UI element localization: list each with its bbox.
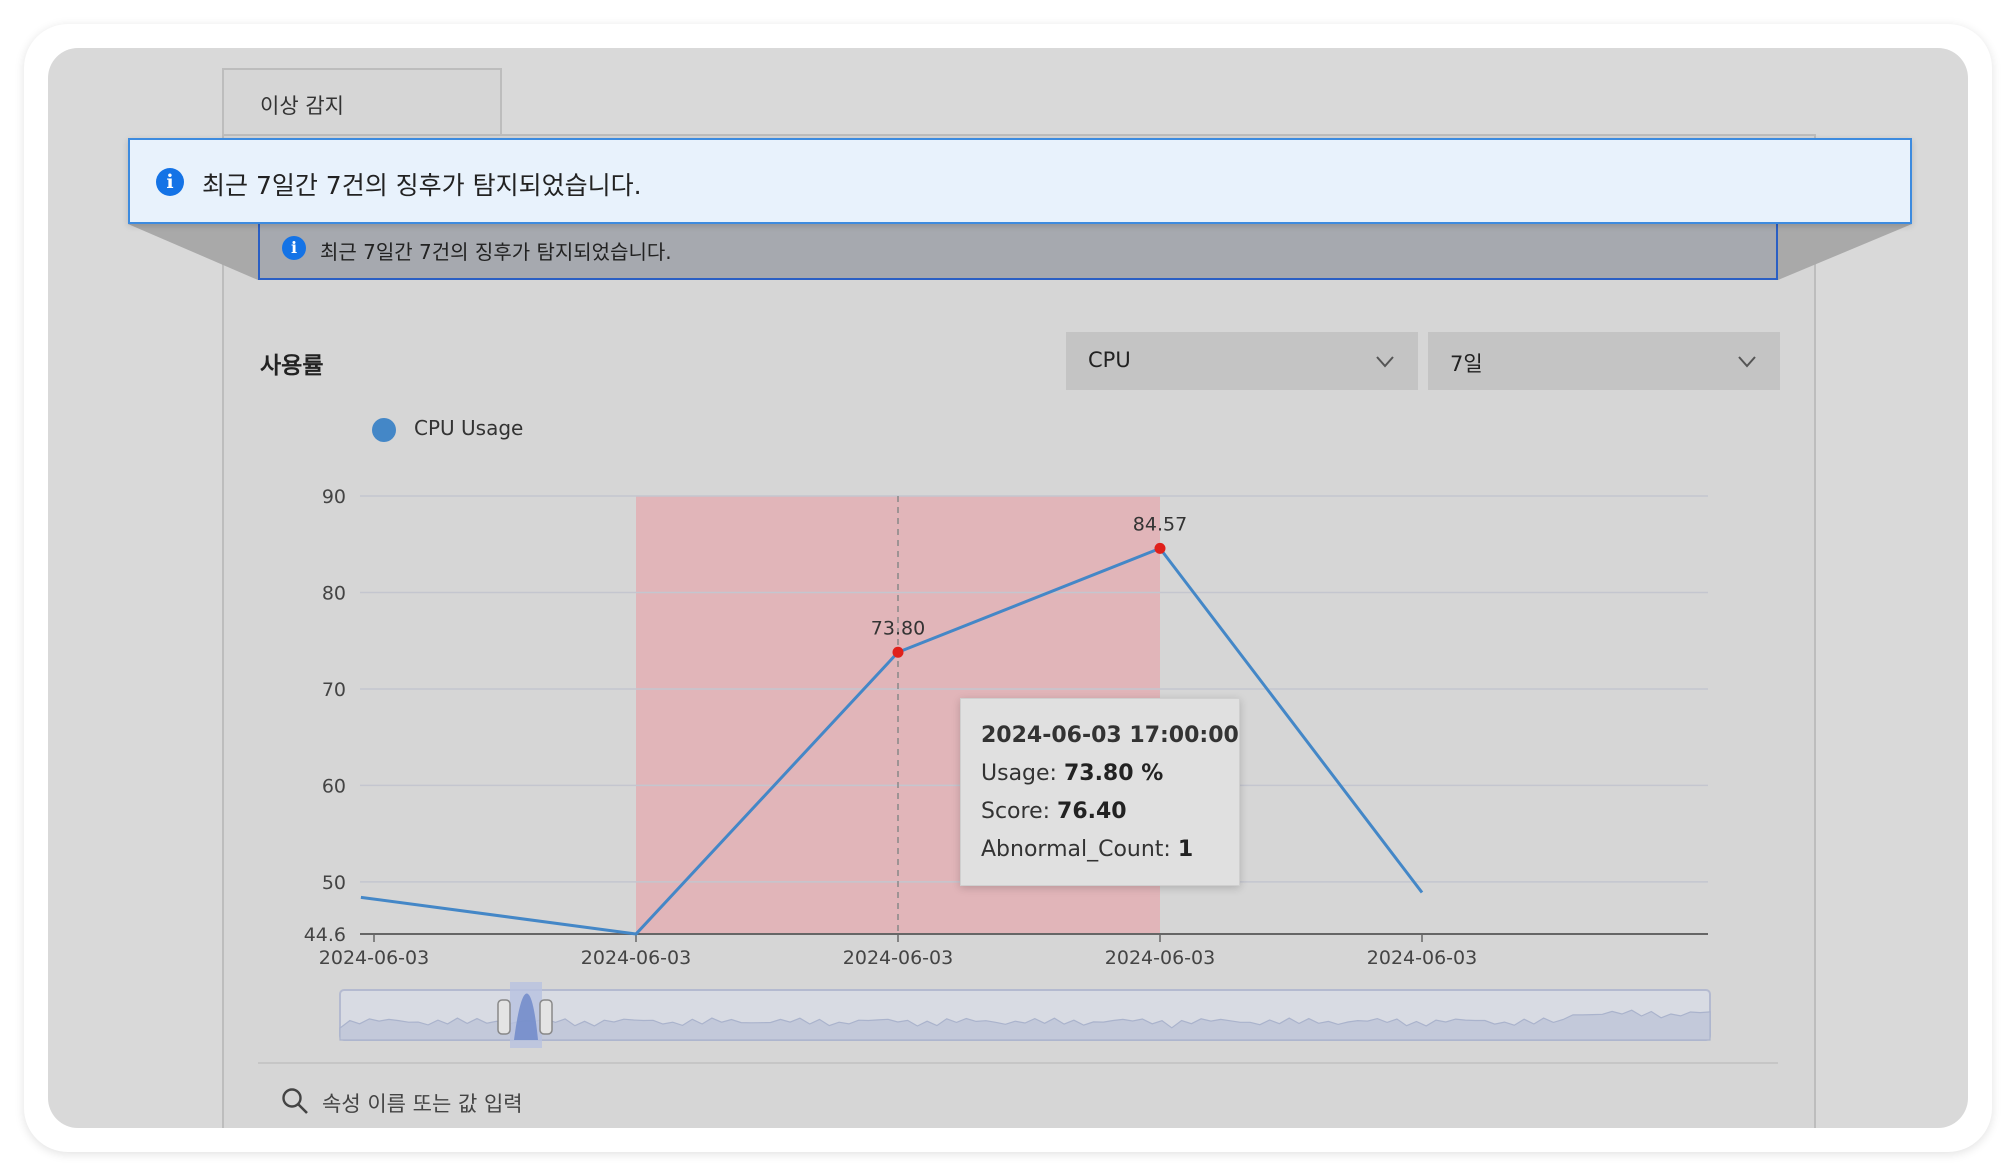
y-tick-label: 50 — [322, 872, 346, 894]
data-label: 84.57 — [1133, 513, 1187, 535]
x-tick-label: 2024-06-03 — [1105, 947, 1215, 969]
range-slider-left-handle[interactable] — [497, 999, 511, 1035]
y-tick-label: 44.6 — [304, 924, 346, 946]
y-tick-label: 80 — [322, 582, 346, 604]
tooltip-score: Score: 76.40 — [981, 799, 1127, 824]
attribute-search[interactable]: 속성 이름 또는 값 입력 — [280, 1082, 880, 1122]
y-tick-label: 60 — [322, 775, 346, 797]
tooltip-usage: Usage: 73.80 % — [981, 761, 1164, 786]
x-tick-label: 2024-06-03 — [581, 947, 691, 969]
anomaly-point — [892, 646, 904, 658]
search-placeholder: 속성 이름 또는 값 입력 — [322, 1092, 523, 1116]
x-tick-label: 2024-06-03 — [843, 947, 953, 969]
x-tick-label: 2024-06-03 — [1367, 947, 1477, 969]
y-tick-label: 90 — [322, 486, 346, 508]
search-icon — [282, 1088, 308, 1114]
tooltip-title: 2024-06-03 17:00:00 — [981, 723, 1239, 748]
chart-tooltip: 2024-06-03 17:00:00 Usage: 73.80 % Score… — [960, 698, 1240, 886]
anomaly-point — [1154, 542, 1166, 554]
x-tick-label: 2024-06-03 — [319, 947, 429, 969]
range-slider-right-handle[interactable] — [539, 999, 553, 1035]
tooltip-abnormal-count: Abnormal_Count: 1 — [981, 837, 1194, 862]
divider — [258, 1062, 1778, 1064]
data-label: 73.80 — [871, 617, 925, 639]
usage-line-chart[interactable]: 44.6 50 60 70 80 90 2024-06-03 2024-06-03 2024-0… — [48, 48, 1968, 1128]
y-tick-label: 70 — [322, 679, 346, 701]
screen: 이상 감지 i 최근 7일간 7건의 징후가 탐지되었습니다. i 최근 7일간… — [48, 48, 1968, 1128]
